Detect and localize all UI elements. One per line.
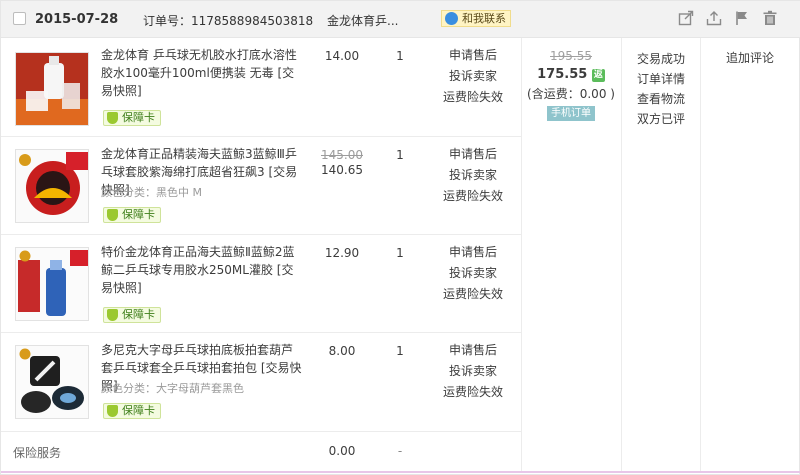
order-checkbox[interactable] [13,12,26,25]
price-value: 14.00 [324,49,360,63]
shipping-fee: (含运费：0.00 ) [527,87,615,101]
guarantee-label: 保障卡 [122,208,155,221]
quantity: 1 [396,148,404,162]
product-spec: 颜色分类：大字母葫芦套黑色 [101,382,244,395]
insurance-quantity: - [397,444,403,458]
order-details-link[interactable]: 订单详情 [622,69,700,89]
header-actions [678,10,778,26]
price-value: 8.00 [328,344,356,358]
price-value: 140.65 [321,163,363,177]
apply-after-sale-link[interactable]: 申请售后 [437,45,509,66]
order-card: 2015-07-28 订单号：1178588984503818 金龙体育乒...… [0,0,800,475]
quantity: 1 [396,49,404,63]
shipping-insurance-status: 运费险失效 [442,189,503,203]
flag-icon[interactable] [734,10,750,26]
quantity: 1 [396,246,404,260]
share-icon[interactable] [678,10,694,26]
original-price: 145.00 [321,148,363,162]
add-review-link[interactable]: 追加评论 [701,49,799,66]
mobile-order-tag: 手机订单 [547,106,595,121]
product-title-link[interactable]: 特价金龙体育正品海夫蓝鲸Ⅱ蓝鲸2蓝鲸二乒乓球专用胶水250ML灌胶 [交易快照] [101,243,303,297]
complain-seller-link[interactable]: 投诉卖家 [437,66,509,87]
complain-seller-link[interactable]: 投诉卖家 [437,165,509,186]
order-date: 2015-07-28 [35,12,119,27]
bottom-accent-line [1,471,800,473]
shield-icon [107,209,118,221]
shipping-insurance-status: 运费险失效 [442,90,503,104]
guarantee-label: 保障卡 [122,111,155,124]
upload-icon[interactable] [706,10,722,26]
row-divider [1,332,521,333]
guarantee-badge[interactable]: 保障卡 [103,110,161,126]
apply-after-sale-link[interactable]: 申请售后 [437,144,509,165]
paid-total: 175.55 返 [522,67,620,82]
guarantee-label: 保障卡 [122,308,155,321]
rebate-icon: 返 [591,69,605,82]
unit-price: 12.90 [319,246,365,260]
order-header: 2015-07-28 订单号：1178588984503818 金龙体育乒...… [1,1,800,38]
row-divider [1,234,521,235]
shield-icon [107,309,118,321]
item-services: 申请售后 投诉卖家 运费险失效 [437,144,509,207]
row-divider [1,136,521,137]
guarantee-badge[interactable]: 保障卡 [103,207,161,223]
order-number: 订单号：1178588984503818 [143,14,314,28]
shield-icon [107,405,118,417]
product-title-link[interactable]: 金龙体育 乒乓球无机胶水打底水溶性胶水100毫升100ml便携装 无毒 [交易快… [101,46,303,100]
qq-icon [445,12,458,25]
order-status: 交易成功 订单详情 查看物流 双方已评 [622,49,700,129]
insurance-service-label: 保险服务 [13,446,62,460]
apply-after-sale-link[interactable]: 申请售后 [437,242,509,263]
price-value: 12.90 [324,246,360,260]
paid-total-value: 175.55 [537,67,588,82]
product-thumbnail[interactable] [15,247,89,321]
product-thumbnail[interactable] [15,149,89,223]
contact-seller-button[interactable]: 和我联系 [441,10,511,27]
item-services: 申请售后 投诉卖家 运费险失效 [437,242,509,305]
guarantee-badge[interactable]: 保障卡 [103,403,161,419]
shipping-insurance-status: 运费险失效 [442,287,503,301]
quantity: 1 [396,344,404,358]
complain-seller-link[interactable]: 投诉卖家 [437,263,509,284]
shop-name-link[interactable]: 金龙体育乒... [327,12,398,29]
shield-icon [107,112,118,124]
trash-icon[interactable] [762,10,778,26]
unit-price: 145.00 140.65 [319,148,365,177]
apply-after-sale-link[interactable]: 申请售后 [437,340,509,361]
unit-price: 8.00 [319,344,365,358]
column-divider [700,38,701,471]
trade-status: 交易成功 [636,52,685,66]
complain-seller-link[interactable]: 投诉卖家 [437,361,509,382]
view-logistics-link[interactable]: 查看物流 [622,89,700,109]
order-total: 195.55 175.55 返 (含运费：0.00 ) 手机订单 [522,49,620,121]
item-services: 申请售后 投诉卖家 运费险失效 [437,45,509,108]
product-spec: 颜色分类：黑色中 M [101,186,202,199]
product-thumbnail[interactable] [15,345,89,419]
unit-price: 14.00 [319,49,365,63]
guarantee-label: 保障卡 [122,404,155,417]
review-status: 双方已评 [636,112,685,126]
original-total: 195.55 [550,49,592,63]
row-divider [1,431,521,432]
insurance-price: 0.00 [328,444,356,458]
product-thumbnail[interactable] [15,52,89,126]
item-services: 申请售后 投诉卖家 运费险失效 [437,340,509,403]
shipping-insurance-status: 运费险失效 [442,385,503,399]
contact-seller-label: 和我联系 [462,12,506,25]
guarantee-badge[interactable]: 保障卡 [103,307,161,323]
